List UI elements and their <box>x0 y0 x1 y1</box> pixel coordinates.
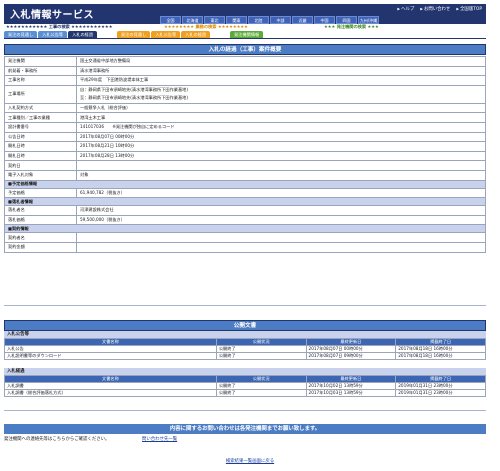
tab-services-outlook[interactable]: 発注の見通し <box>117 31 151 38</box>
header-links: ヘルプ お問い合わせ 全国版TOP <box>397 6 482 12</box>
table-header-row: 文書名称 公開状況 最終更新日 掲載終了日 <box>4 338 486 346</box>
table-row: 発注機関 国土交通省中部地方整備局 <box>4 56 486 67</box>
services-search-label: ★★★★★★★★ 業務の検索 ★★★★★★★★ <box>164 24 248 29</box>
table-row: 電子入札対象 対象 <box>4 169 486 181</box>
document-link[interactable]: 入札調書 <box>4 382 217 390</box>
table-row: 入札契約方式 一般競争入札（総合評価） <box>4 102 486 114</box>
table-row: 予定価格 61,940,782（税抜き） <box>4 187 486 199</box>
table-row: 落札価格 59,500,000（税抜き） <box>4 214 486 226</box>
divider <box>4 410 486 411</box>
document-link[interactable]: 入札説明書等のダウンロード <box>4 352 217 360</box>
category-strip: ★★★★★★★★★★★ 工事の検索 ★★★★★★★★★★★ ★★★★★★★★ 業… <box>4 24 486 31</box>
document-link[interactable]: 入札調書（総合評価落札方式） <box>4 389 217 397</box>
region-tab-hokuriku[interactable]: 北陸 <box>248 16 269 24</box>
region-tab-hokkaido[interactable]: 北海道 <box>182 16 203 24</box>
table-row: 設計書番号 141017036 ※発注機関が独自に定めるコード <box>4 121 486 133</box>
contact-list-link[interactable]: 問い合わせ先一覧 <box>142 436 177 442</box>
tab-construction-results[interactable]: 入札の経過 <box>68 31 98 38</box>
region-tab-kyushu[interactable]: 九州/沖縄 <box>358 16 379 24</box>
table-row: 入札調書（総合評価落札方式） 公開終了 2017年10月03日 13時59分 2… <box>4 389 486 397</box>
table-row: 開札日時 2017年08月21日 10時00分 <box>4 141 486 152</box>
site-header: 入札情報サービス ヘルプ お問い合わせ 全国版TOP 全国 北海道 東北 関東 … <box>4 4 486 24</box>
tab-construction-notices[interactable]: 入札公告等 <box>38 31 68 38</box>
table-row: 契約金額 <box>4 241 486 253</box>
table-row: 公告日時 2017年08月07日 00時00分 <box>4 131 486 143</box>
table-row: 工事場所 自：静岡県下田市須崎地先(清水港湾事務所下田作業基地) 至：静岡県下田… <box>4 84 486 104</box>
region-tab-national[interactable]: 全国 <box>160 16 181 24</box>
site-title: 入札情報サービス <box>10 10 94 21</box>
region-tab-kinki[interactable]: 近畿 <box>292 16 313 24</box>
table-row: 契約者名 <box>4 232 486 243</box>
help-link[interactable]: ヘルプ <box>397 6 414 12</box>
national-top-link[interactable]: 全国版TOP <box>456 6 482 12</box>
region-tab-tohoku[interactable]: 東北 <box>204 16 225 24</box>
location-from: 自：静岡県下田市須崎地先(清水港湾事務所下田作業基地) <box>80 87 188 93</box>
table-row: 前発着・事務所 清水港湾事務所 <box>4 65 486 77</box>
contact-bar: 内容に関するお問い合わせは各発注機関までお願い致します。 <box>4 424 486 434</box>
region-tab-chubu[interactable]: 中部 <box>270 16 291 24</box>
location-to: 至：静岡県下田市須崎地先(清水港湾事務所下田作業基地) <box>80 95 188 101</box>
tab-services-results[interactable]: 入札の経過 <box>181 31 211 38</box>
results-table: 文書名称 公開状況 最終更新日 掲載終了日 入札調書 公開終了 2017年10月… <box>4 375 486 397</box>
notices-table: 文書名称 公開状況 最終更新日 掲載終了日 入札公告 公開終了 2017年08月… <box>4 338 486 360</box>
tab-client-info[interactable]: 発注機関情報 <box>230 31 264 38</box>
region-nav: 全国 北海道 東北 関東 北陸 中部 近畿 中国 四国 九州/沖縄 <box>160 16 379 24</box>
construction-search-label: ★★★★★★★★★★★ 工事の検索 ★★★★★★★★★★★ <box>6 24 113 29</box>
winner-header: ■落札者情報 <box>4 197 486 207</box>
detail-table: 発注機関 国土交通省中部地方整備局 前発着・事務所 清水港湾事務所 工事名称 平成29… <box>4 56 486 253</box>
tab-services-notices[interactable]: 入札公告等 <box>151 31 181 38</box>
function-tabs: 発注の見通し 入札公告等 入札の経過 発注の見通し 入札公告等 入札の経過 発注… <box>4 31 486 39</box>
table-row: 工事種別／工事の業種 港湾土木工事 <box>4 112 486 123</box>
notices-section-label: 入札公告等 <box>4 331 486 338</box>
table-header-row: 文書名称 公開状況 最終更新日 掲載終了日 <box>4 375 486 383</box>
table-row: 開札日時 2017年08月28日 13時00分 <box>4 150 486 162</box>
detail-title-bar: 入札の経過（工事）案件概要 <box>4 44 486 55</box>
region-tab-chugoku[interactable]: 中国 <box>314 16 335 24</box>
divider <box>4 305 486 306</box>
table-row: 落札者名 河津建設株式会社 <box>4 205 486 216</box>
table-row: 入札説明書等のダウンロード 公開終了 2017年08月07日 09時00分 20… <box>4 352 486 360</box>
table-row: 契約日 <box>4 160 486 171</box>
table-row: 入札公告 公開終了 2017年08月07日 00時00分 2017年08月18日… <box>4 345 486 353</box>
document-link[interactable]: 入札公告 <box>4 345 217 353</box>
contract-header: ■契約情報 <box>4 224 486 234</box>
region-tab-shikoku[interactable]: 四国 <box>336 16 357 24</box>
region-tab-kanto[interactable]: 関東 <box>226 16 247 24</box>
client-search-label: ★★★ 発注機関の検索 ★★★ <box>324 24 379 29</box>
back-to-results-link[interactable]: 検索結果一覧画面に戻る <box>0 458 500 464</box>
table-row: 入札調書 公開終了 2017年10月02日 13時59分 2019年01月31日… <box>4 382 486 390</box>
contact-link[interactable]: お問い合わせ <box>420 6 450 12</box>
documents-title-bar: 公開文書 <box>4 320 486 331</box>
tab-construction-outlook[interactable]: 発注の見通し <box>4 31 38 38</box>
table-row: 工事名称 平成29年度 下田港防波堤本体工事 <box>4 75 486 86</box>
contact-text: 発注機関への連絡先等はこちらからご確認ください。 <box>4 437 110 442</box>
estimate-header: ■予定価格情報 <box>4 179 486 189</box>
results-section-label: 入札経過 <box>4 368 486 375</box>
